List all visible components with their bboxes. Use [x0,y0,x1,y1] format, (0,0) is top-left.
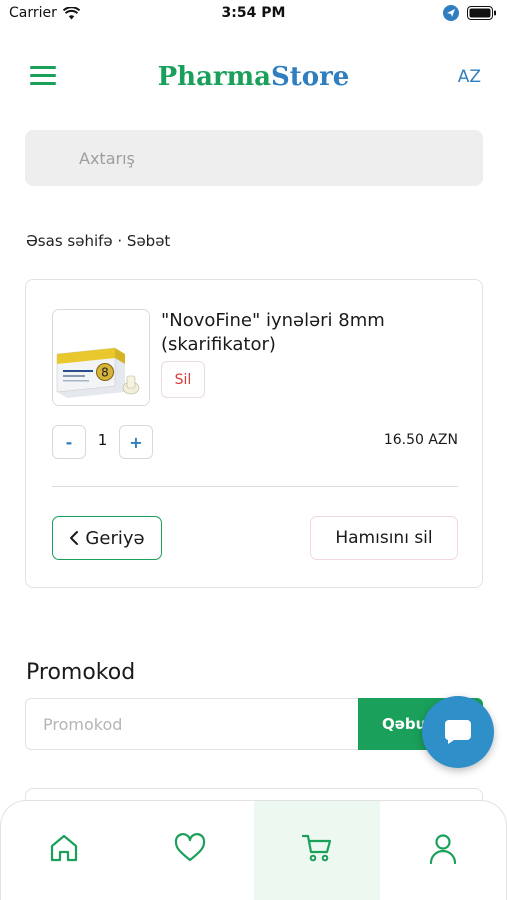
quantity-value: 1 [97,431,108,449]
brand-logo[interactable]: PharmaStore [0,62,507,92]
chevron-left-icon [70,531,79,545]
chat-button[interactable] [422,696,494,768]
status-icons [443,5,497,21]
brand-name-part1: Pharma [157,62,271,92]
clear-cart-button[interactable]: Hamısını sil [310,516,458,560]
nav-cart[interactable] [253,801,380,900]
breadcrumb: Əsas səhifə · Səbət [26,232,171,250]
clock: 3:54 PM [221,5,286,21]
home-icon [51,834,78,862]
product-name[interactable]: "NovoFine" iynələri 8mm (skarifikator) [161,309,441,357]
back-button[interactable]: Geriyə [52,516,162,560]
product-image[interactable]: 8 [52,309,150,406]
cart-icon [301,834,331,862]
language-switcher[interactable]: AZ [458,67,481,87]
back-button-label: Geriyə [85,527,145,549]
quantity-increase-button[interactable]: + [119,425,153,459]
divider [52,486,458,487]
cart-card: 8 "NovoFine" iynələri 8mm (skarifikator)… [25,279,483,588]
chat-bubble-icon [444,720,471,744]
product-image-label: 8 [101,366,109,380]
heart-icon [175,833,206,862]
nav-home[interactable] [1,801,127,900]
user-icon [429,834,456,865]
battery-icon [467,6,496,20]
nav-profile[interactable] [380,801,506,900]
app-header: PharmaStore AZ [0,60,507,100]
bottom-navigation [0,800,507,900]
promo-title: Promokod [26,660,136,685]
status-bar: Carrier 3:54 PM [0,0,507,28]
quantity-decrease-button[interactable]: - [52,425,86,459]
item-price: 16.50 AZN [383,432,458,448]
brand-name-part2: Store [270,62,350,92]
remove-item-button[interactable]: Sil [161,361,205,398]
product-box-illustration: 8 [53,310,149,405]
location-icon [443,5,459,21]
nav-favorites[interactable] [127,801,253,900]
promo-code-input[interactable] [25,698,358,750]
search-input[interactable] [25,130,483,186]
